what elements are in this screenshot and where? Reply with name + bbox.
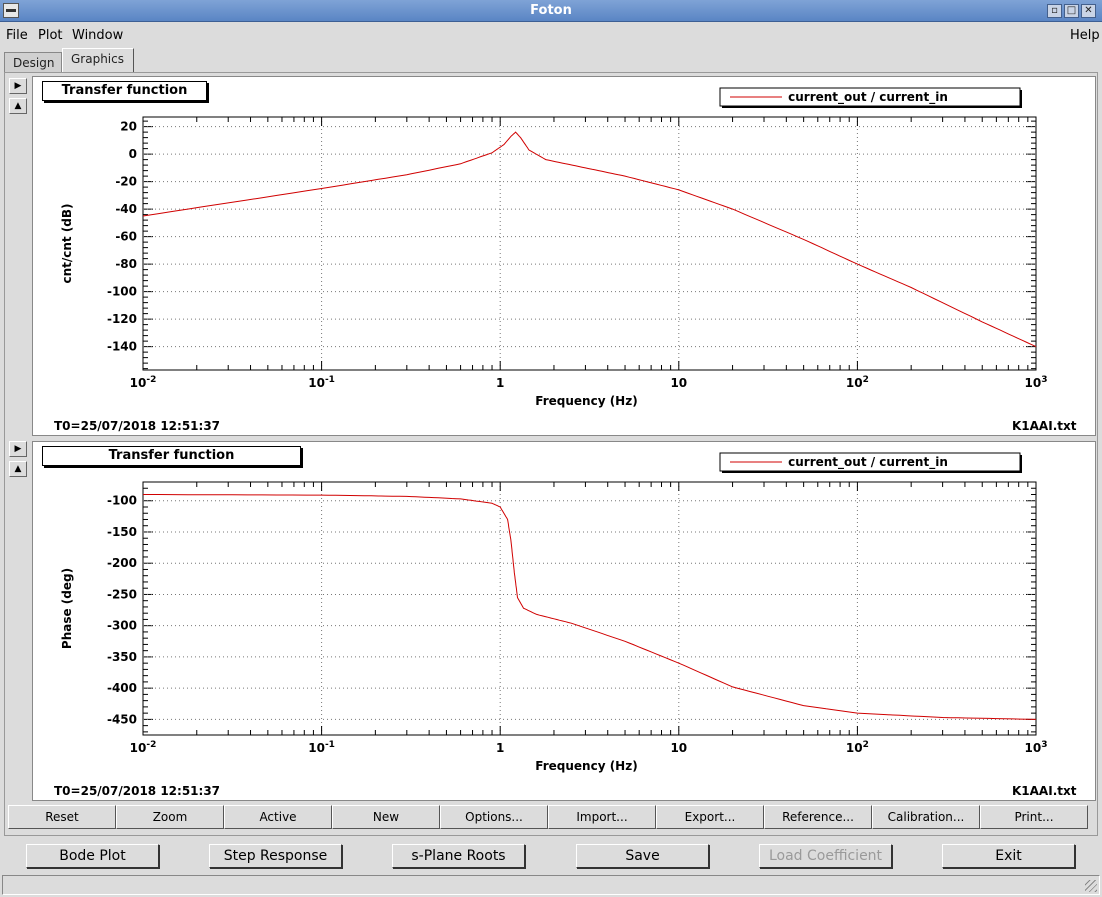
x-axis-title: Frequency (Hz) [535,759,637,773]
y-tick-label: -80 [115,257,137,271]
x-tick-label: 10-2 [130,740,157,755]
legend-label: current_out / current_in [788,90,948,105]
y-axis-title: cnt/cnt (dB) [60,203,74,283]
menu-help[interactable]: Help [1070,28,1100,43]
active-button[interactable]: Active [224,805,332,829]
x-tick-label: 10 [670,741,687,755]
graphics-panel: ▶ ▲ ▶ ▲ 10-2 10-1 1 10 102 103 20 0 -20 -40 -60 -80… [4,72,1098,836]
status-bar [2,875,1100,895]
menu-file[interactable]: File [6,28,28,43]
x-tick-label: 10-1 [308,375,335,390]
tab-graphics[interactable]: Graphics [62,48,134,72]
y-tick-label: -60 [115,230,137,244]
plot-frame [142,116,1037,371]
y-tick-label: -250 [107,587,137,601]
new-button[interactable]: New [332,805,440,829]
x-tick-label: 102 [846,375,869,390]
magnitude-plot[interactable]: 10-2 10-1 1 10 102 103 20 0 -20 -40 -60 -80 -100 -120… [32,76,1096,436]
y-tick-label: -100 [107,494,137,508]
reset-button[interactable]: Reset [8,805,116,829]
timestamp: T0=25/07/2018 12:51:37 [54,784,221,798]
timestamp: T0=25/07/2018 12:51:37 [54,419,221,433]
x-tick-label: 103 [1025,740,1048,755]
save-button[interactable]: Save [576,844,709,868]
bode-plot-button[interactable]: Bode Plot [26,844,159,868]
x-tick-label: 10-2 [130,375,157,390]
y-axis-title: Phase (deg) [60,568,74,649]
menu-plot[interactable]: Plot [38,28,63,43]
series-line [142,131,1037,348]
title-bar: Foton ▫ □ ✕ [0,0,1102,22]
plot-frame [142,481,1037,736]
y-tick-label: -100 [107,285,137,299]
phase-chart: 10-2 10-1 1 10 102 103 -100 -150 -200 -250 -300 -35… [60,452,1048,773]
y-tick-label: 0 [129,147,137,161]
legend-label: current_out / current_in [788,455,948,470]
options-button[interactable]: Options... [440,805,548,829]
tab-design[interactable]: Design [4,52,62,74]
phase-plot[interactable]: 10-2 10-1 1 10 102 103 -100 -150 -200 -250 -300 -35… [32,441,1096,801]
x-tick-label: 1 [496,376,504,390]
y-tick-label: -400 [107,681,137,695]
y-tick-label: -150 [107,525,137,539]
minimize-icon[interactable]: ▫ [1047,4,1062,18]
load-coefficient-button[interactable]: Load Coefficient [759,844,892,868]
import-button[interactable]: Import... [548,805,656,829]
exit-button[interactable]: Exit [942,844,1075,868]
x-axis-title: Frequency (Hz) [535,394,637,408]
filename: K1AAI.txt [1012,419,1077,433]
maximize-icon[interactable]: □ [1064,4,1079,18]
y-tick-label: 20 [120,120,137,134]
resize-grip-icon[interactable] [1085,880,1097,892]
expand-right-icon[interactable]: ▶ [9,441,27,457]
collapse-up-icon[interactable]: ▲ [9,461,27,477]
x-tick-label: 102 [846,740,869,755]
y-tick-label: -450 [107,712,137,726]
y-tick-label: -40 [115,202,137,216]
x-tick-label: 10 [670,376,687,390]
y-tick-label: -140 [107,340,137,354]
menu-bar: File Plot Window Help [0,23,1102,47]
x-tick-label: 10-1 [308,740,335,755]
print-button[interactable]: Print... [980,805,1088,829]
menu-window[interactable]: Window [72,28,123,43]
x-tick-label: 103 [1025,375,1048,390]
y-tick-label: -20 [115,175,137,189]
y-tick-label: -200 [107,556,137,570]
close-icon[interactable]: ✕ [1081,4,1096,18]
step-response-button[interactable]: Step Response [209,844,342,868]
y-tick-label: -350 [107,650,137,664]
x-tick-label: 1 [496,741,504,755]
y-tick-label: -300 [107,619,137,633]
collapse-up-icon[interactable]: ▲ [9,98,27,114]
zoom-button[interactable]: Zoom [116,805,224,829]
s-plane-roots-button[interactable]: s-Plane Roots [392,844,525,868]
series-line [143,494,1037,720]
expand-right-icon[interactable]: ▶ [9,78,27,94]
plot-toolbar: Reset Zoom Active New Options... Import.… [8,805,1088,829]
plot-title: Transfer function [42,446,301,466]
export-button[interactable]: Export... [656,805,764,829]
filename: K1AAI.txt [1012,784,1077,798]
reference-button[interactable]: Reference... [764,805,872,829]
window-title: Foton [530,3,572,18]
magnitude-chart: 10-2 10-1 1 10 102 103 20 0 -20 -40 -60 -80 -100 -120… [60,87,1048,408]
plot-title: Transfer function [42,81,207,101]
calibration-button[interactable]: Calibration... [872,805,980,829]
y-tick-label: -120 [107,312,137,326]
